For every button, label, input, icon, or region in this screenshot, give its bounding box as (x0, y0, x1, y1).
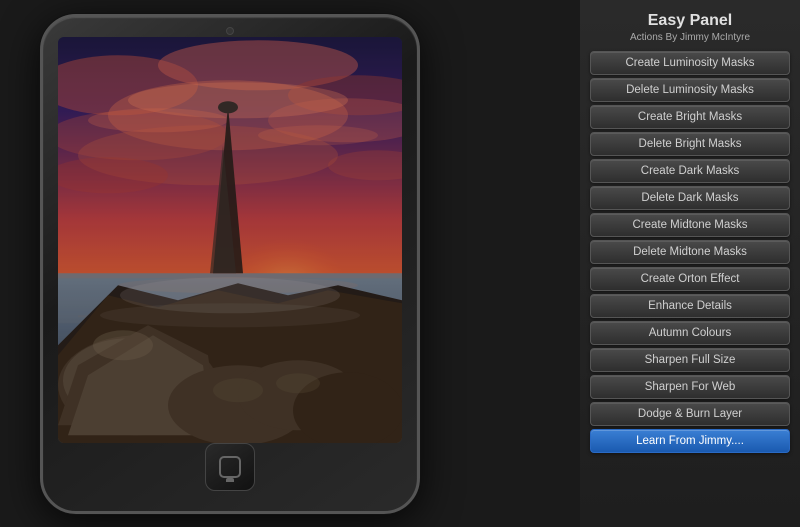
home-icon (219, 456, 241, 478)
ipad-home-button[interactable] (205, 443, 255, 490)
btn-create-bright-masks[interactable]: Create Bright Masks (590, 105, 790, 129)
btn-autumn-colours[interactable]: Autumn Colours (590, 321, 790, 345)
btn-delete-bright-masks[interactable]: Delete Bright Masks (590, 132, 790, 156)
panel-title: Easy Panel (648, 12, 733, 30)
btn-create-luminosity-masks[interactable]: Create Luminosity Masks (590, 51, 790, 75)
btn-create-orton-effect[interactable]: Create Orton Effect (590, 267, 790, 291)
btn-create-dark-masks[interactable]: Create Dark Masks (590, 159, 790, 183)
btn-dodge-burn-layer[interactable]: Dodge & Burn Layer (590, 402, 790, 426)
btn-learn-from-jimmy[interactable]: Learn From Jimmy.... (590, 429, 790, 453)
btn-sharpen-full-size[interactable]: Sharpen Full Size (590, 348, 790, 372)
ipad-frame (40, 14, 420, 514)
panel-subtitle: Actions By Jimmy McIntyre (630, 32, 750, 43)
btn-sharpen-for-web[interactable]: Sharpen For Web (590, 375, 790, 399)
btn-create-midtone-masks[interactable]: Create Midtone Masks (590, 213, 790, 237)
btn-delete-midtone-masks[interactable]: Delete Midtone Masks (590, 240, 790, 264)
btn-delete-dark-masks[interactable]: Delete Dark Masks (590, 186, 790, 210)
ipad-section (0, 0, 460, 527)
easy-panel: Easy Panel Actions By Jimmy McIntyre Cre… (580, 0, 800, 527)
btn-enhance-details[interactable]: Enhance Details (590, 294, 790, 318)
ipad-camera (226, 27, 234, 35)
btn-delete-luminosity-masks[interactable]: Delete Luminosity Masks (590, 78, 790, 102)
panel-buttons: Create Luminosity Masks Delete Luminosity… (590, 51, 790, 453)
ipad-screen (58, 37, 402, 444)
